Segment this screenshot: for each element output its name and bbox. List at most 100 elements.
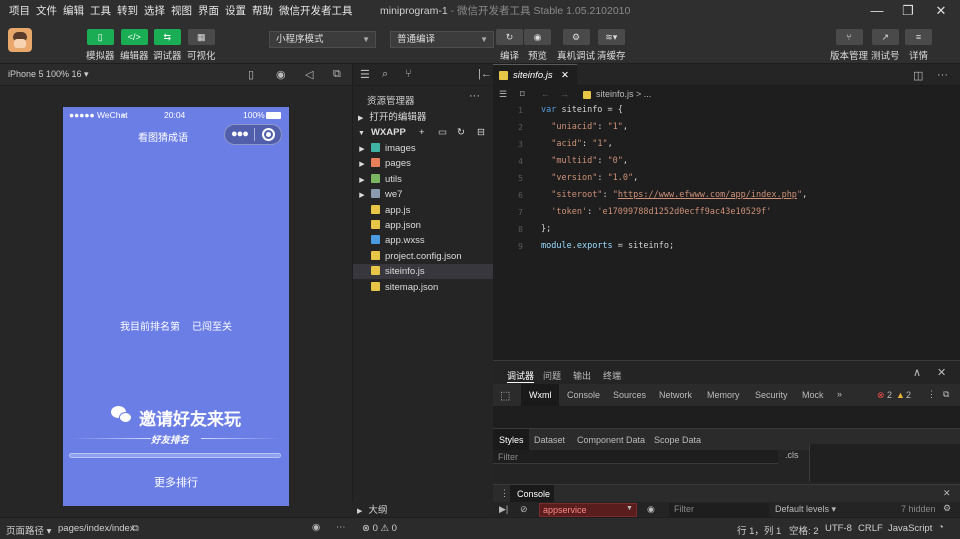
warning-icon[interactable]: ▲ — [896, 390, 905, 400]
tab-sources[interactable]: Sources — [613, 390, 646, 400]
list-icon[interactable]: ☰ — [360, 68, 370, 81]
indent-spaces[interactable]: 空格: 2 — [789, 523, 819, 537]
tab-security[interactable]: Security — [755, 390, 788, 400]
tab-console[interactable]: Console — [567, 390, 600, 400]
tab-scope-data[interactable]: Scope Data — [654, 435, 701, 445]
file-tree-item[interactable]: app.wxss — [353, 233, 494, 248]
copy-icon[interactable]: ⧉ — [132, 523, 139, 534]
tab-wxml[interactable]: Wxml — [529, 390, 552, 400]
line-ending[interactable]: CRLF — [858, 523, 883, 534]
menu-help[interactable]: 帮助 — [249, 0, 276, 22]
problems-status[interactable]: ⊗ 0 ⚠ 0 — [352, 517, 493, 539]
eye-icon[interactable]: ◉ — [312, 522, 320, 533]
menu-interface[interactable]: 界面 — [195, 0, 222, 22]
tab-memory[interactable]: Memory — [707, 390, 740, 400]
menu-view[interactable]: 视图 — [168, 0, 195, 22]
minimize-icon[interactable]: — — [862, 0, 892, 22]
sidebar-toggle-icon[interactable]: ▶| — [499, 504, 508, 515]
maximize-icon[interactable]: ❐ — [893, 0, 923, 22]
encoding[interactable]: UTF-8 — [825, 523, 852, 534]
menu-tools[interactable]: 工具 — [87, 0, 114, 22]
back-icon[interactable]: ← — [541, 86, 550, 102]
file-tree-item[interactable]: siteinfo.js — [353, 264, 494, 280]
menu-goto[interactable]: 转到 — [114, 0, 141, 22]
more-icon[interactable]: ··· — [469, 90, 480, 102]
breadcrumb-path[interactable]: siteinfo.js > ... — [596, 86, 651, 102]
tab-dataset[interactable]: Dataset — [534, 435, 565, 445]
cursor-position[interactable]: 行 1，列 1 — [737, 523, 781, 537]
styles-filter-input[interactable]: Filter — [493, 450, 778, 464]
details-button[interactable]: ≡ 详情 — [905, 29, 932, 62]
outline-section[interactable]: ▶ 大纲 — [352, 502, 493, 517]
levels-select[interactable]: Default levels ▾ — [775, 504, 836, 515]
menu-wechat-devtools[interactable]: 微信开发者工具 — [276, 0, 356, 22]
menu-settings[interactable]: 设置 — [222, 0, 249, 22]
test-account-button[interactable]: ↗ 测试号 — [871, 29, 900, 62]
clear-console-icon[interactable]: ⊘ — [520, 504, 528, 515]
cls-toggle[interactable]: .cls — [785, 450, 799, 460]
bookmark-icon[interactable]: ⌑ — [520, 86, 525, 102]
eye-icon[interactable]: ◉ — [647, 504, 655, 515]
collapse-icon[interactable]: ⊟ — [477, 125, 485, 140]
search-icon[interactable]: ⌕ — [382, 68, 388, 81]
kebab-icon[interactable]: ⋮ — [500, 488, 509, 499]
menu-select[interactable]: 选择 — [141, 0, 168, 22]
split-editor-icon[interactable]: ◫ — [913, 69, 923, 82]
context-select[interactable]: appservice ▼ — [539, 503, 637, 517]
menu-file[interactable]: 文件 — [33, 0, 60, 22]
menu-project[interactable]: 项目 — [6, 0, 33, 22]
kebab-icon[interactable]: ⋮ — [927, 389, 936, 400]
language-mode[interactable]: JavaScript — [888, 523, 932, 534]
more-rank-button[interactable]: 更多排行 — [63, 474, 289, 490]
mode-select[interactable]: 小程序模式 ▼ — [269, 31, 376, 48]
file-tree-item[interactable]: ▶ utils — [353, 172, 494, 187]
capsule-menu[interactable]: ●●● — [224, 124, 282, 145]
version-mgmt-button[interactable]: ⑂ 版本管理 — [830, 29, 868, 62]
file-tree-item[interactable]: ▶ pages — [353, 156, 494, 171]
more-icon[interactable]: ●●● — [231, 128, 249, 140]
inspect-icon[interactable]: ⬚ — [500, 389, 510, 402]
phone-icon[interactable]: ▯ — [248, 68, 254, 81]
tab-debugger[interactable]: 调试器 — [507, 369, 535, 383]
error-icon[interactable]: ⊗ — [877, 390, 885, 401]
console-filter-input[interactable]: Filter — [669, 503, 769, 517]
tab-output[interactable]: 输出 — [573, 369, 591, 382]
tab-mock[interactable]: Mock — [802, 390, 824, 400]
close-icon[interactable]: ✕ — [926, 0, 956, 22]
simulator-button[interactable]: ▯ 模拟器 — [86, 29, 115, 62]
close-icon[interactable]: ✕ — [943, 488, 951, 499]
clear-cache-button[interactable]: ≋▾ 清缓存 — [597, 29, 626, 62]
wxapp-root[interactable]: ▼ WXAPP + ▭ ↻ ⊟ — [353, 125, 494, 140]
visual-button[interactable]: ▦ 可视化 — [187, 29, 216, 62]
editor-button[interactable]: </> 编辑器 — [120, 29, 149, 62]
file-tree-item[interactable]: ▶ we7 — [353, 187, 494, 202]
open-editors-section[interactable]: ▶ 打开的编辑器 — [353, 110, 494, 125]
refresh-icon[interactable]: ↻ — [457, 125, 465, 140]
git-icon[interactable]: ⑂ — [405, 68, 412, 80]
invite-friends-button[interactable]: 邀请好友来玩 — [139, 405, 241, 430]
tab-styles[interactable]: Styles — [499, 435, 524, 445]
page-path-label[interactable]: 页面路径 ▾ — [6, 523, 51, 537]
file-tree-item[interactable]: sitemap.json — [353, 280, 494, 295]
popout-icon[interactable]: ⧉ — [333, 68, 341, 81]
tab-terminal[interactable]: 终端 — [603, 369, 621, 382]
record-icon[interactable]: ◉ — [276, 68, 286, 81]
compile-button[interactable]: ↻ 编译 — [496, 29, 523, 62]
new-folder-icon[interactable]: ▭ — [438, 125, 447, 140]
wxml-tree[interactable] — [493, 406, 960, 428]
compile-select[interactable]: 普通编译 ▼ — [390, 31, 494, 48]
avatar[interactable] — [8, 28, 32, 52]
more-icon[interactable]: ⋯ — [336, 522, 346, 533]
collapse-panel-icon[interactable]: |← — [478, 68, 492, 80]
tab-problems[interactable]: 问题 — [543, 369, 561, 382]
debugger-button[interactable]: ⇆ 调试器 — [153, 29, 182, 62]
more-tabs-icon[interactable]: » — [837, 389, 842, 399]
close-icon[interactable]: ✕ — [937, 366, 946, 379]
close-mini-icon[interactable] — [262, 128, 275, 141]
tab-component-data[interactable]: Component Data — [577, 435, 645, 445]
file-tree-item[interactable]: app.js — [353, 203, 494, 218]
device-select[interactable]: iPhone 5 100% 16 ▾ — [8, 69, 89, 80]
file-tree-item[interactable]: project.config.json — [353, 249, 494, 264]
dock-icon[interactable]: ⧉ — [943, 389, 949, 400]
close-tab-icon[interactable]: ✕ — [561, 65, 569, 86]
